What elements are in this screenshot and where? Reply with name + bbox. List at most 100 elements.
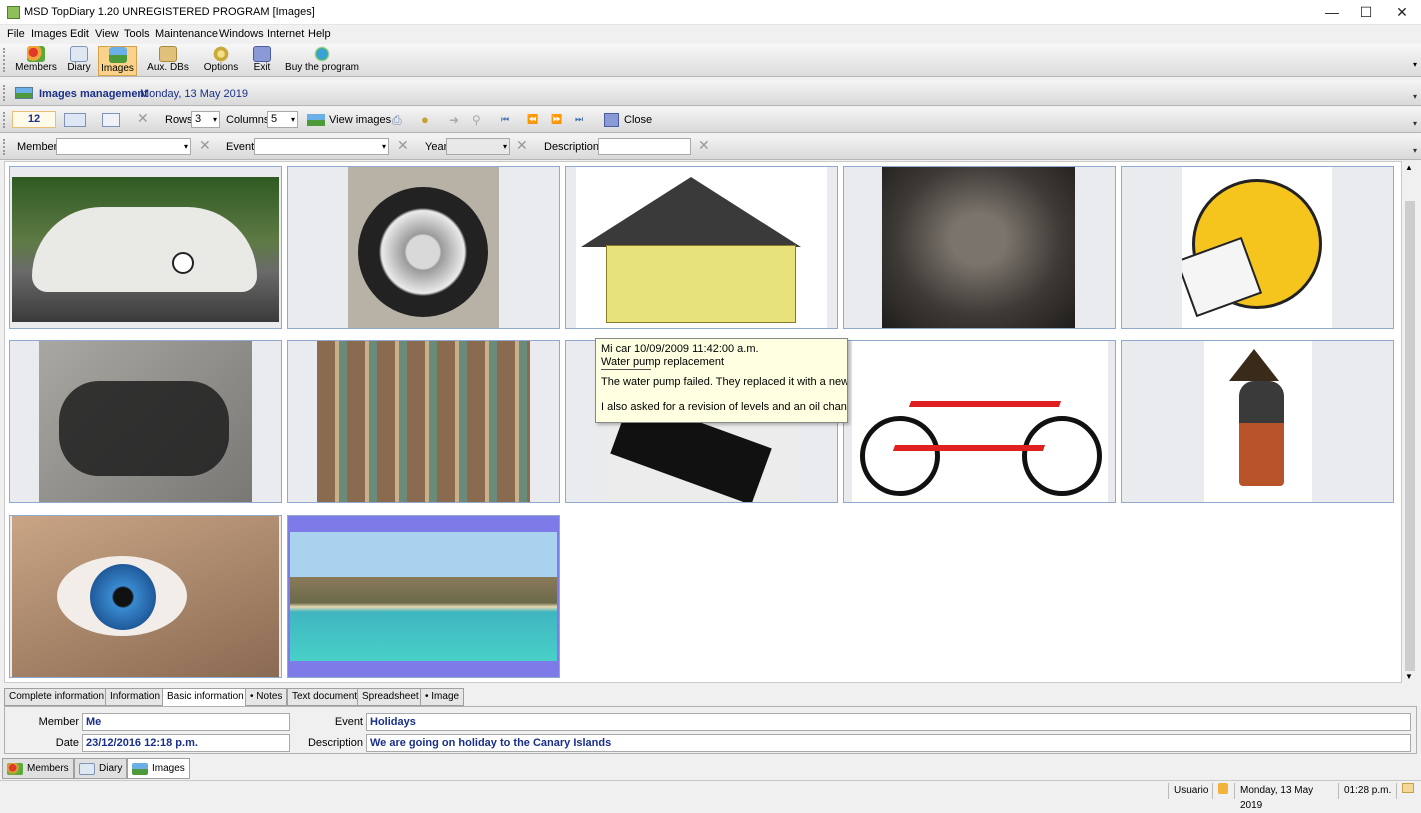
thumbnail-3[interactable]: [565, 166, 838, 329]
panel-grip: [3, 85, 6, 101]
menu-maintenance[interactable]: Maintenance: [155, 28, 218, 40]
thumbnail-11-image: [12, 516, 279, 677]
toolbar-auxdbs-button[interactable]: Aux. DBs: [146, 46, 190, 76]
next-page-icon[interactable]: ⏩: [551, 114, 562, 125]
chevron-down-icon: ▾: [290, 115, 295, 124]
wheel-icon: [358, 187, 488, 317]
tooltip-header: Mi car 10/09/2009 11:42:00 a.m.: [601, 343, 759, 355]
member-field[interactable]: Me: [82, 713, 290, 731]
window-tab-images[interactable]: Images: [127, 758, 190, 779]
window-tab-diary[interactable]: Diary: [74, 758, 128, 779]
main-toolbar: Members Diary Images Aux. DBs Options Ex…: [0, 44, 1421, 77]
minimize-button[interactable]: —: [1314, 0, 1350, 25]
thumbnail-4[interactable]: [843, 166, 1116, 329]
clear-member-icon[interactable]: ✕: [199, 137, 211, 154]
menu-view[interactable]: View: [95, 28, 119, 40]
thumbnail-9[interactable]: [843, 340, 1116, 503]
clear-description-icon[interactable]: ✕: [698, 137, 710, 154]
clear-icon[interactable]: ✕: [137, 110, 149, 127]
print-icon[interactable]: ⎙: [392, 113, 402, 128]
panel-date: Monday, 13 May 2019: [140, 88, 249, 100]
menu-tools[interactable]: Tools: [124, 28, 150, 40]
member-filter-label: Member: [17, 141, 58, 153]
status-bar: Usuario Monday, 13 May 2019 01:28 p.m.: [0, 780, 1421, 811]
grid-scrollbar[interactable]: ▲ ▼: [1403, 161, 1417, 683]
status-user: Usuario: [1168, 783, 1212, 799]
info-mode-icon[interactable]: [102, 113, 120, 127]
calendar-icon: [1402, 783, 1414, 793]
folder-icon[interactable]: ●: [421, 112, 429, 127]
toolbar-images-button[interactable]: Images: [98, 46, 137, 76]
date-label: Date: [55, 737, 79, 749]
menu-file[interactable]: File: [7, 28, 25, 40]
thumbnail-6[interactable]: [9, 340, 282, 503]
thumbnail-2[interactable]: [287, 166, 560, 329]
toolbar-buy-button[interactable]: Buy the program: [284, 46, 360, 76]
first-page-icon[interactable]: ⏮: [501, 114, 509, 125]
thumbnail-12[interactable]: [287, 515, 560, 678]
iris-icon: [90, 564, 156, 630]
status-date: Monday, 13 May 2019: [1234, 783, 1336, 811]
tab-text-document[interactable]: Text document: [287, 688, 363, 706]
maximize-button[interactable]: ☐: [1348, 0, 1384, 25]
images-toolbar: 12 ✕ Rows 3 ▾ Columns 5 ▾ View images ⎙ ● …: [0, 107, 1421, 133]
image-count-field[interactable]: 12: [12, 111, 56, 128]
thumbnail-1[interactable]: [9, 166, 282, 329]
toolbar-exit-label: Exit: [253, 62, 271, 73]
prev-page-icon[interactable]: ⏪: [527, 114, 538, 125]
toolbar-diary-button[interactable]: Diary: [64, 46, 94, 76]
clear-year-icon[interactable]: ✕: [516, 137, 528, 154]
images-toolbar-overflow-icon[interactable]: ▾: [1413, 119, 1417, 128]
toolbar-members-button[interactable]: Members: [13, 46, 59, 76]
year-filter-select[interactable]: ▾: [446, 138, 510, 155]
scroll-down-icon[interactable]: ▼: [1405, 672, 1413, 681]
thumbnail-6-image: [39, 341, 252, 502]
description-field[interactable]: We are going on holiday to the Canary Is…: [366, 734, 1411, 752]
panel-overflow-icon[interactable]: ▾: [1413, 92, 1417, 101]
menu-help[interactable]: Help: [308, 28, 331, 40]
scroll-up-icon[interactable]: ▲: [1405, 163, 1413, 172]
tab-complete-information[interactable]: Complete information: [4, 688, 110, 706]
members-icon: [27, 46, 45, 62]
toolbar-grip[interactable]: [3, 48, 6, 72]
clear-event-icon[interactable]: ✕: [397, 137, 409, 154]
menu-images[interactable]: Images: [31, 28, 67, 40]
scroll-thumb[interactable]: [1405, 201, 1415, 671]
toolbar-overflow-icon[interactable]: ▾: [1413, 60, 1417, 69]
thumbnail-11[interactable]: [9, 515, 282, 678]
thumbnail-5[interactable]: [1121, 166, 1394, 329]
thumbnail-7[interactable]: [287, 340, 560, 503]
toolbar-options-button[interactable]: Options: [200, 46, 242, 76]
columns-select[interactable]: 5 ▾: [267, 111, 298, 128]
toolbar-exit-button[interactable]: Exit: [250, 46, 274, 76]
zoom-icon[interactable]: ⚲: [472, 113, 481, 127]
menu-edit[interactable]: Edit: [70, 28, 89, 40]
event-filter-select[interactable]: ▾: [254, 138, 389, 155]
tab-basic-information[interactable]: Basic information: [162, 688, 249, 707]
view-mode-icon[interactable]: [64, 113, 86, 127]
tab-image[interactable]: • Image: [420, 688, 465, 706]
event-field[interactable]: Holidays: [366, 713, 1411, 731]
arrow-icon[interactable]: ➜: [449, 113, 459, 127]
menu-internet[interactable]: Internet: [267, 28, 304, 40]
thumbnail-10-image: [1204, 341, 1312, 502]
close-window-button[interactable]: ✕: [1384, 0, 1420, 25]
window-tab-members[interactable]: Members: [2, 758, 74, 779]
menu-windows[interactable]: Windows: [219, 28, 264, 40]
tab-spreadsheet[interactable]: Spreadsheet: [357, 688, 424, 706]
date-field[interactable]: 23/12/2016 12:18 p.m.: [82, 734, 290, 752]
chevron-down-icon: ▾: [212, 115, 217, 124]
rows-select[interactable]: 3 ▾: [191, 111, 220, 128]
menu-bar: File Images Edit View Tools Maintenance …: [0, 25, 1421, 44]
tab-information[interactable]: Information: [105, 688, 166, 706]
rows-value: 3: [195, 113, 202, 125]
member-filter-select[interactable]: ▾: [56, 138, 191, 155]
tab-notes[interactable]: • Notes: [245, 688, 288, 706]
description-filter-input[interactable]: [598, 138, 691, 155]
witch-body-icon: [1239, 381, 1284, 486]
images-icon: [132, 763, 148, 775]
columns-label: Columns: [226, 114, 270, 126]
last-page-icon[interactable]: ⏭: [575, 114, 583, 125]
thumbnail-10[interactable]: [1121, 340, 1394, 503]
filter-bar-overflow-icon[interactable]: ▾: [1413, 146, 1417, 155]
